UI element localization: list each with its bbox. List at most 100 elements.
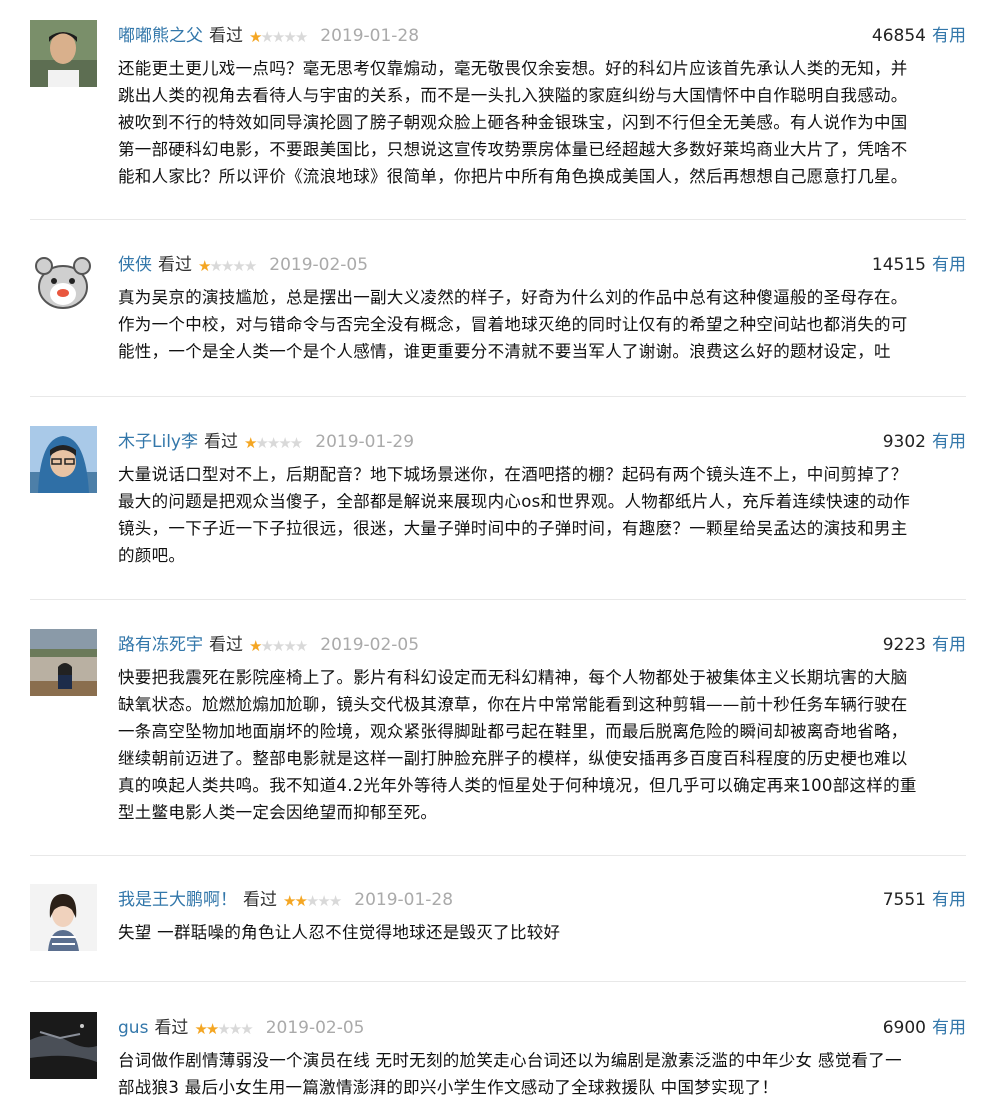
review-date: 2019-02-05: [265, 1018, 365, 1038]
vote-area: 6900 有用: [883, 1016, 966, 1040]
star-icon: ★: [194, 1020, 208, 1038]
avatar[interactable]: [30, 629, 97, 696]
vote-count: 9302: [882, 432, 926, 452]
review-line: 大量说话口型对不上，后期配音？地下城场景迷你，在酒吧搭的棚？起码有两个镜头连不上…: [118, 465, 908, 484]
useful-button[interactable]: 有用: [932, 255, 966, 275]
review-line: 继续朝前迈进了。整部电影就是这样一副打肿脸充胖子的模样，纵使安插再多百度百科程度…: [118, 749, 908, 768]
rating-stars: ★★★★★: [243, 431, 304, 455]
username-link[interactable]: gus: [118, 1018, 148, 1038]
star-icon: ★: [283, 637, 297, 655]
star-icon: ★: [294, 892, 308, 910]
review-date: 2019-01-28: [320, 26, 420, 46]
star-icon: ★: [271, 637, 286, 655]
review-line: 还能更土更儿戏一点吗？毫无思考仅靠煽动，毫无敬畏仅余妄想。好的科幻片应该首先承认…: [118, 59, 908, 78]
star-icon: ★: [328, 892, 343, 910]
star-icon: ★: [243, 257, 258, 275]
star-icon: ★: [317, 892, 331, 910]
review-line: 缺氧状态。尬燃尬煽加尬聊，镜头交代极其潦草，你在片中常常能看到这种剪辑——前十秒…: [118, 695, 908, 714]
review-date: 2019-01-29: [315, 432, 415, 452]
review-line: 真的唤起人类共鸣。我不知道4.2光年外等待人类的恒星处于何种境况，但几乎可以确定…: [118, 776, 917, 795]
review-date: 2019-02-05: [269, 255, 369, 275]
vote-count: 6900: [882, 1018, 926, 1038]
review-line: 镜头，一下子近一下子拉很远，很迷，大量子弹时间中的子弹时间，有趣麽？一颗星给吴孟…: [118, 519, 908, 538]
review-content: 还能更土更儿戏一点吗？毫无思考仅靠煽动，毫无敬畏仅余妄想。好的科幻片应该首先承认…: [118, 55, 966, 190]
divider: [30, 981, 966, 982]
vote-count: 14515: [871, 255, 926, 275]
vote-count: 9223: [882, 635, 926, 655]
vote-area: 14515 有用: [872, 253, 966, 277]
review-line: 被吹到不行的特效如同导演抡圆了膀子朝观众脸上砸各种金银珠宝，闪到不行但全无美感。…: [118, 113, 908, 132]
star-icon: ★: [205, 1020, 220, 1038]
review-line: 型土鳖电影人类一定会因绝望而抑郁至死。: [118, 803, 438, 822]
rating-stars: ★★★★★: [194, 1017, 253, 1041]
review-line: 快要把我震死在影院座椅上了。影片有科幻设定而无科幻精神，每个人物都处于被集体主义…: [118, 668, 908, 687]
review-line: 部战狼3 最后小女生用一篇激情澎湃的即兴小学生作文感动了全球救援队 中国梦实现了…: [118, 1078, 779, 1097]
review-line: 第一部硬科幻电影，不要跟美国比，只想说这宣传攻势票房体量已经超越大多数好莱坞商业…: [118, 140, 908, 159]
review-line: 能和人家比？所以评价《流浪地球》很简单，你把片中所有角色换成美国人，然后再想想自…: [118, 167, 908, 186]
star-icon: ★: [266, 434, 281, 452]
useful-button[interactable]: 有用: [932, 432, 966, 452]
review-line: 真为吴京的演技尴尬，总是摆出一副大义凌然的样子，好奇为什么刘的作品中总有这种傻逼…: [118, 288, 908, 307]
star-icon: ★: [260, 637, 274, 655]
star-icon: ★: [289, 434, 304, 452]
watched-status: 看过: [154, 1018, 189, 1038]
star-icon: ★: [278, 434, 292, 452]
divider: [30, 855, 966, 856]
star-icon: ★: [220, 257, 235, 275]
review-date: 2019-01-28: [354, 890, 454, 910]
vote-count: 7551: [882, 890, 926, 910]
star-icon: ★: [294, 28, 309, 46]
vote-area: 7551 有用: [883, 888, 966, 912]
rating-stars: ★★★★★: [249, 634, 309, 658]
review-line: 跳出人类的视角去看待人与宇宙的关系，而不是一头扎入狭隘的家庭纠纷与大国情怀中自作…: [118, 86, 908, 105]
vote-area: 9223 有用: [883, 633, 966, 657]
review-line: 一条高空坠物加地面崩坏的险境，观众紧张得脚趾都弓起在鞋里，而最后脱离危险的瞬间却…: [118, 722, 908, 741]
watched-status: 看过: [158, 255, 192, 275]
useful-button[interactable]: 有用: [932, 635, 966, 655]
username-link[interactable]: 木子Lily李: [118, 432, 198, 452]
review-line: 的颜吧。: [118, 546, 186, 565]
avatar[interactable]: [30, 884, 97, 951]
useful-button[interactable]: 有用: [932, 26, 966, 46]
username-link[interactable]: 嘟嘟熊之父: [118, 26, 203, 46]
useful-button[interactable]: 有用: [932, 890, 966, 910]
watched-status: 看过: [203, 432, 238, 452]
divider: [30, 599, 966, 600]
review-content: 大量说话口型对不上，后期配音？地下城场景迷你，在酒吧搭的棚？起码有两个镜头连不上…: [118, 461, 966, 569]
vote-area: 9302 有用: [883, 430, 966, 454]
star-icon: ★: [305, 892, 320, 910]
star-icon: ★: [283, 28, 297, 46]
watched-status: 看过: [209, 26, 243, 46]
star-icon: ★: [243, 434, 258, 452]
review-content: 快要把我震死在影院座椅上了。影片有科幻设定而无科幻精神，每个人物都处于被集体主义…: [118, 664, 966, 826]
star-icon: ★: [294, 637, 309, 655]
review-line: 能性，一个是全人类一个是个人感情，谁更重要分不清就不要当军人了谢谢。浪费这么好的…: [118, 342, 891, 361]
useful-button[interactable]: 有用: [932, 1018, 966, 1038]
avatar[interactable]: [30, 20, 97, 87]
username-link[interactable]: 侠侠: [118, 255, 152, 275]
rating-stars: ★★★★★: [198, 254, 258, 278]
review-line: 失望 一群聒噪的角色让人忍不住觉得地球还是毁灭了比较好: [118, 923, 561, 942]
rating-stars: ★★★★★: [283, 889, 343, 913]
star-icon: ★: [255, 434, 269, 452]
review-content: 真为吴京的演技尴尬，总是摆出一副大义凌然的样子，好奇为什么刘的作品中总有这种傻逼…: [118, 284, 966, 365]
star-icon: ★: [209, 257, 223, 275]
star-icon: ★: [228, 1020, 243, 1038]
star-icon: ★: [249, 28, 263, 46]
avatar[interactable]: [30, 249, 97, 316]
star-icon: ★: [260, 28, 274, 46]
review-line: 台词做作剧情薄弱没一个演员在线 无时无刻的尬笑走心台词还以为编剧是激素泛滥的中年…: [118, 1051, 902, 1070]
review-content: 台词做作剧情薄弱没一个演员在线 无时无刻的尬笑走心台词还以为编剧是激素泛滥的中年…: [118, 1047, 966, 1101]
avatar[interactable]: [30, 1012, 97, 1079]
username-link[interactable]: 路有冻死宇: [118, 635, 203, 655]
divider: [30, 396, 966, 397]
avatar[interactable]: [30, 426, 97, 493]
star-icon: ★: [283, 892, 297, 910]
star-icon: ★: [217, 1020, 231, 1038]
review-date: 2019-02-05: [320, 635, 420, 655]
divider: [30, 219, 966, 220]
vote-area: 46854 有用: [872, 24, 966, 48]
star-icon: ★: [249, 637, 263, 655]
username-link[interactable]: 我是王大鹏啊！: [118, 890, 237, 910]
star-icon: ★: [198, 257, 212, 275]
